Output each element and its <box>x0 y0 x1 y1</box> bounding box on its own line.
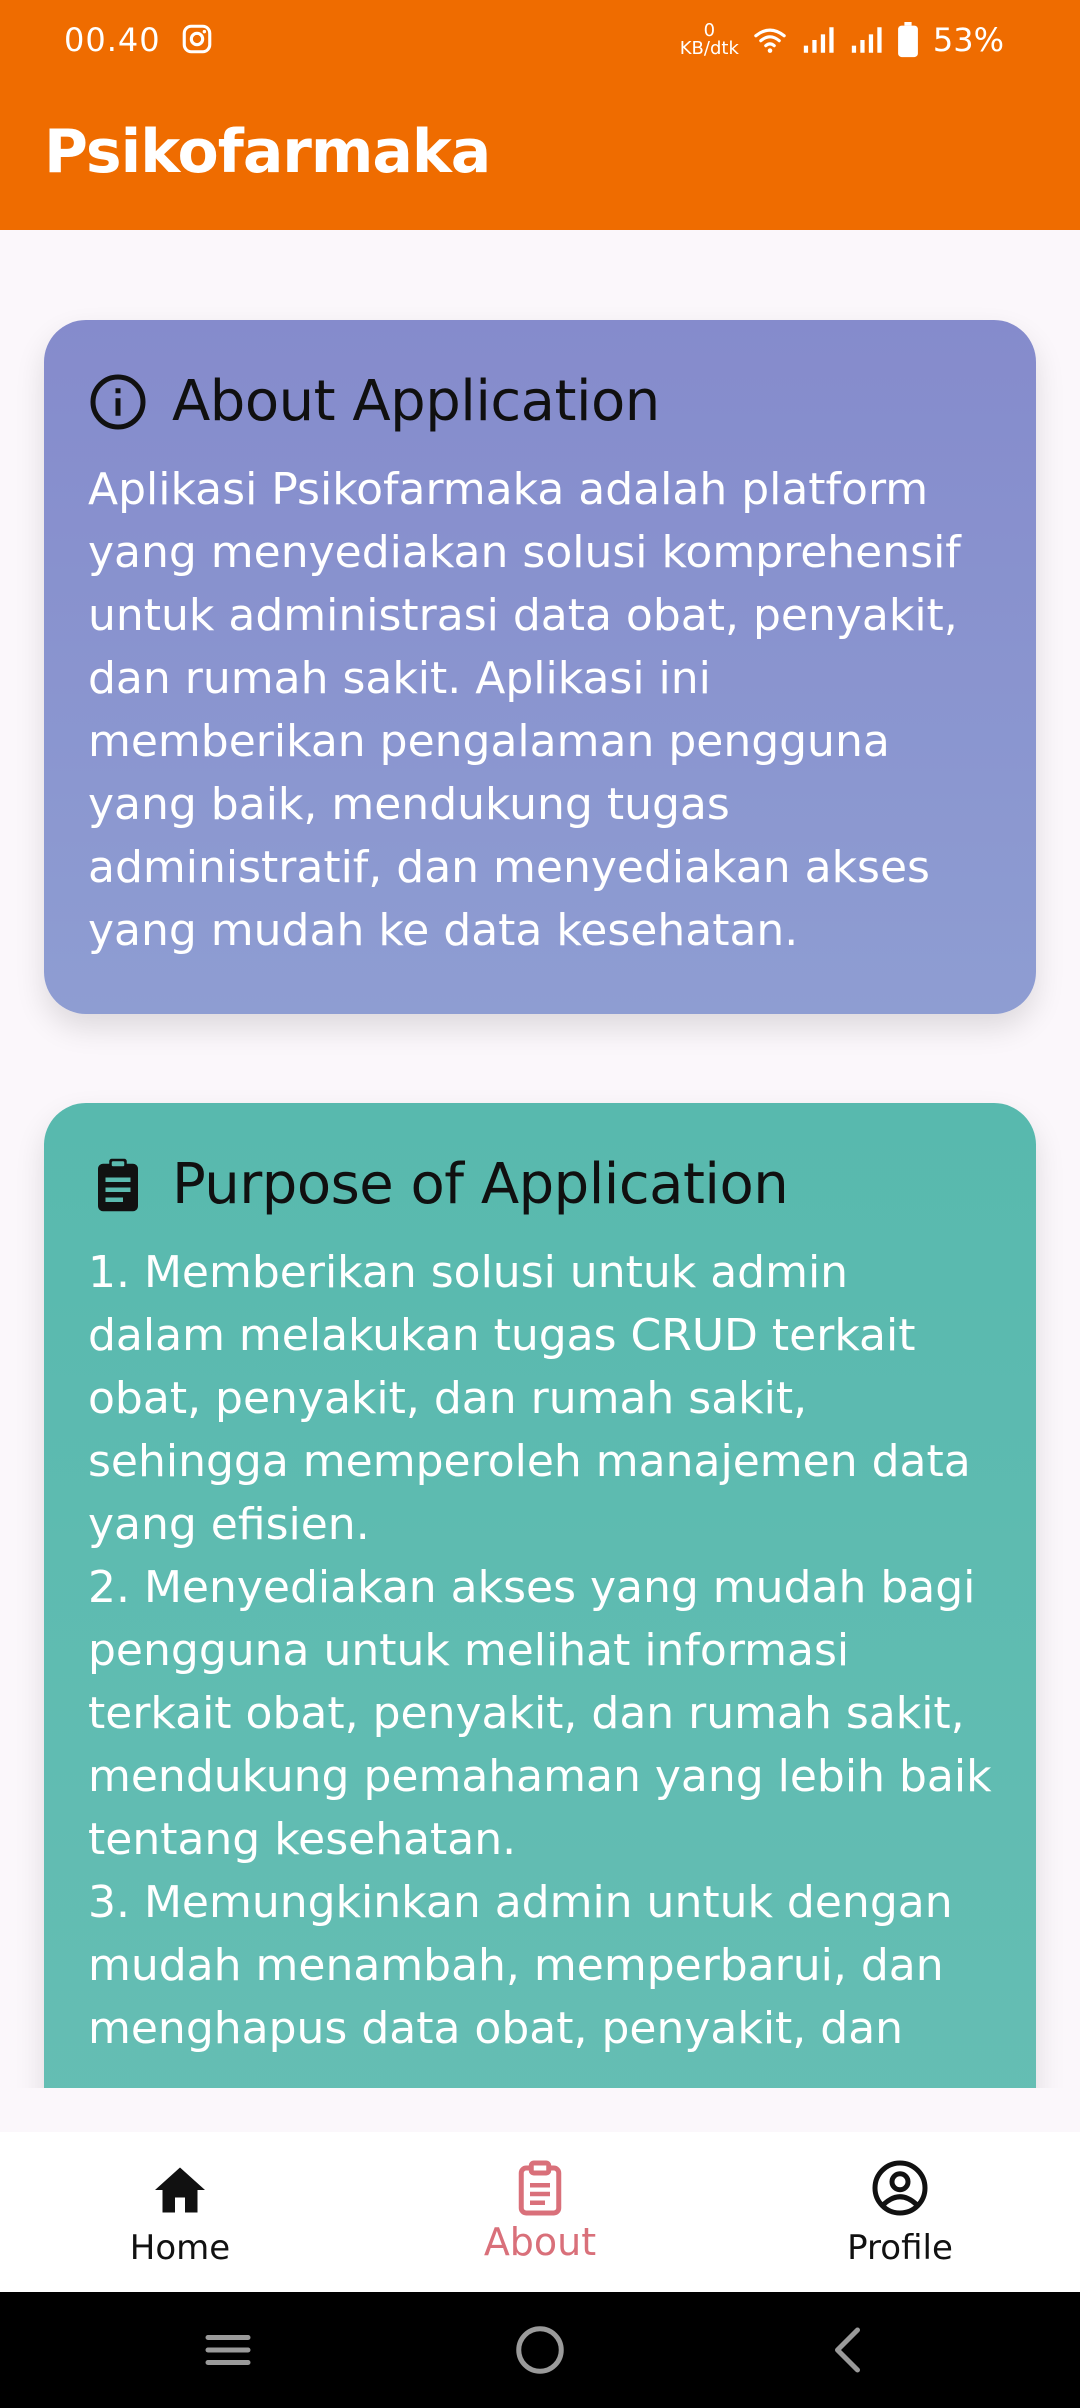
about-card-text: Aplikasi Psikofarmaka adalah platform ya… <box>88 464 961 956</box>
status-bar: 00.40 0 KB/dtk 53% <box>0 0 1080 80</box>
nav-label-about: About <box>483 2220 597 2264</box>
purpose-card: Purpose of Application 1. Memberikan sol… <box>44 1103 1036 2088</box>
battery-percentage: 53% <box>932 21 1004 59</box>
recent-apps-icon[interactable] <box>198 2320 258 2380</box>
account-circle-icon <box>872 2160 928 2216</box>
nav-label-profile: Profile <box>847 2228 953 2268</box>
about-card-header: About Application <box>88 370 992 434</box>
system-navigation-bar <box>0 2292 1080 2408</box>
nav-item-profile[interactable]: Profile <box>720 2132 1080 2292</box>
app-bar: 00.40 0 KB/dtk 53% Psikofarmaka <box>0 0 1080 230</box>
wifi-icon <box>754 28 786 53</box>
signal-icon-1 <box>803 27 834 53</box>
clipboard-icon <box>98 1158 138 1212</box>
about-card: About Application Aplikasi Psikofarmaka … <box>44 320 1036 1014</box>
nav-label-home: Home <box>129 2228 231 2268</box>
purpose-card-text: 1. Memberikan solusi untuk admin dalam m… <box>88 1247 992 2054</box>
back-icon[interactable] <box>820 2320 880 2380</box>
instagram-icon <box>182 24 212 54</box>
nav-item-home[interactable]: Home <box>0 2132 360 2292</box>
about-card-title: About Application <box>172 369 660 434</box>
battery-icon <box>897 22 918 58</box>
network-speed: 0 KB/dtk <box>680 22 739 58</box>
clipboard-icon <box>518 2160 562 2216</box>
signal-icon-2 <box>851 27 882 53</box>
network-speed-unit: KB/dtk <box>679 38 739 59</box>
info-icon <box>90 374 146 430</box>
status-indicators: 0 KB/dtk 53% <box>680 18 1004 62</box>
bottom-navigation: Home About Profile <box>0 2132 1080 2292</box>
nav-item-about[interactable]: About <box>360 2132 720 2292</box>
status-time: 00.40 <box>64 21 161 59</box>
purpose-card-header: Purpose of Application <box>88 1153 992 1217</box>
home-icon <box>155 2167 205 2213</box>
home-circle-icon[interactable] <box>510 2320 570 2380</box>
purpose-card-title: Purpose of Application <box>172 1152 789 1217</box>
about-content[interactable]: About Application Aplikasi Psikofarmaka … <box>0 230 1080 2088</box>
page-title: Psikofarmaka <box>44 117 491 187</box>
